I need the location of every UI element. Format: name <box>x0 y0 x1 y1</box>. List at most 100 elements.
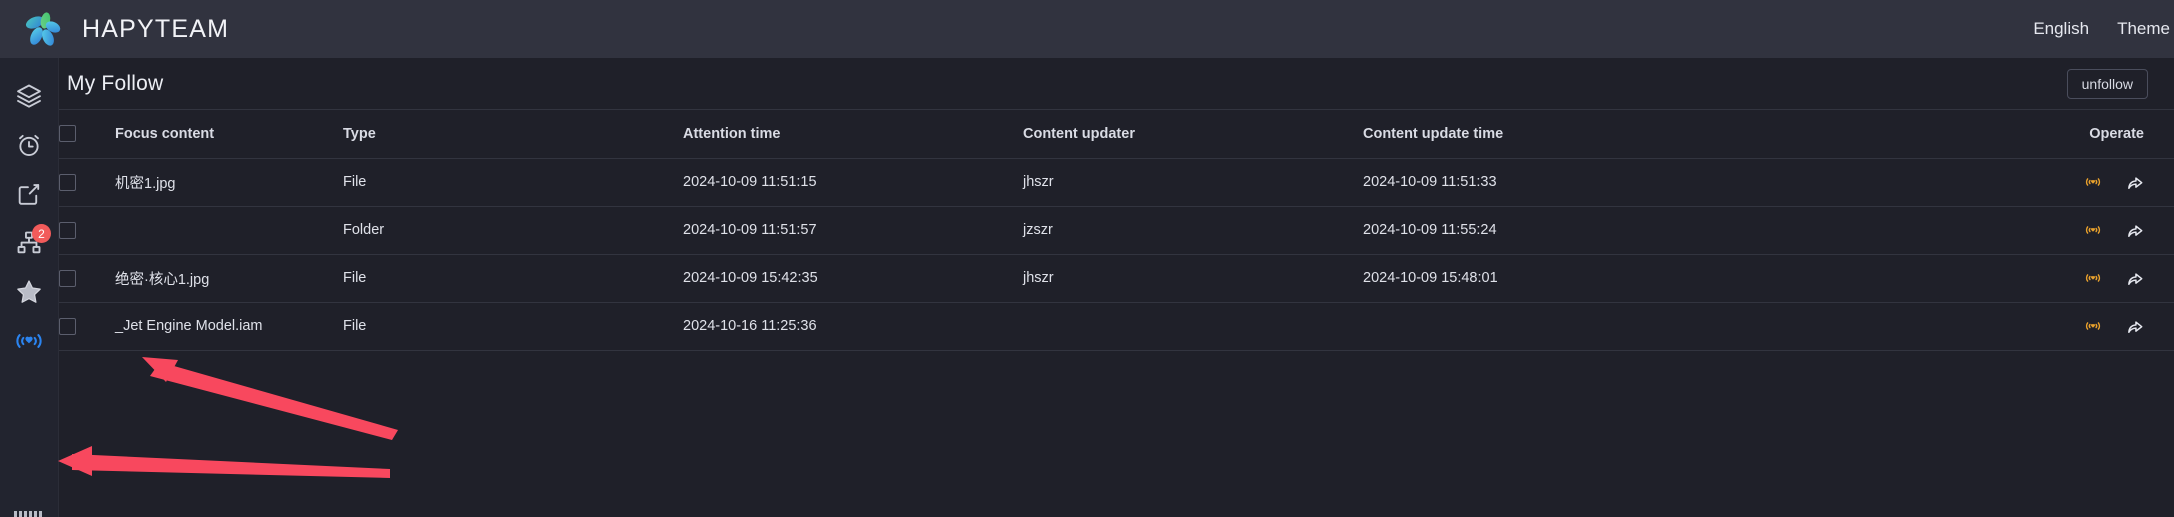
select-all-checkbox[interactable] <box>59 125 76 143</box>
cell-content-updater <box>1013 302 1353 351</box>
cell-attention-time: 2024-10-09 11:51:57 <box>673 206 1013 255</box>
cell-attention-time: 2024-10-16 11:25:36 <box>673 302 1013 351</box>
cell-focus-content: 机密1.jpg <box>105 158 333 207</box>
row-checkbox[interactable] <box>59 269 76 287</box>
content-update-time-value: 2024-10-09 11:51:33 <box>1363 174 1497 190</box>
content-updater-value <box>1013 318 1023 334</box>
cell-type: File <box>333 302 673 351</box>
sidebar-item-favorites[interactable] <box>0 270 58 318</box>
cell-content-update-time: 2024-10-09 11:55:24 <box>1353 206 1713 255</box>
broadcast-active-icon[interactable] <box>2083 316 2103 336</box>
th-content-update-time: Content update time <box>1353 110 1713 159</box>
cell-attention-time: 2024-10-09 11:51:15 <box>673 158 1013 207</box>
cell-content-updater: jhszr <box>1013 254 1353 303</box>
sidebar: 2 <box>0 58 58 517</box>
table-header: Focus content Type Attention time Conten… <box>59 110 2174 159</box>
row-select-cell <box>59 254 105 303</box>
table-header-row: Focus content Type Attention time Conten… <box>59 110 2174 159</box>
sidebar-item-share[interactable] <box>0 172 58 220</box>
page-title: My Follow <box>67 71 164 95</box>
content-update-time-value: 2024-10-09 15:48:01 <box>1363 270 1498 286</box>
workflow-badge: 2 <box>32 224 51 243</box>
focus-content-value <box>105 222 115 238</box>
brand: HAPYTEAM <box>0 8 229 50</box>
cell-attention-time: 2024-10-09 15:42:35 <box>673 254 1013 303</box>
focus-content-value: 绝密·核心1.jpg <box>115 271 210 288</box>
follow-table: Focus content Type Attention time Conten… <box>59 110 2174 351</box>
content-update-time-value: 2024-10-09 11:55:24 <box>1363 222 1497 238</box>
content-updater-value: jzszr <box>1023 222 1053 238</box>
content-updater-value: jhszr <box>1023 270 1054 286</box>
cell-content-updater: jzszr <box>1013 206 1353 255</box>
layers-icon <box>15 82 43 115</box>
share-arrow-icon[interactable] <box>2125 172 2146 193</box>
theme-switch[interactable]: Theme <box>2117 19 2170 39</box>
sidebar-item-layers[interactable] <box>0 74 58 122</box>
header-actions: English Theme <box>2033 19 2174 39</box>
page-header: My Follow unfollow <box>59 58 2174 110</box>
th-content-updater-label: Content updater <box>1023 125 1135 142</box>
row-checkbox[interactable] <box>59 173 76 191</box>
type-value: File <box>343 270 367 286</box>
attention-time-value: 2024-10-09 11:51:15 <box>683 174 817 190</box>
brand-name: HAPYTEAM <box>82 14 230 43</box>
table-row[interactable]: Folder 2024-10-09 11:51:57 jzszr 2024-10… <box>59 206 2174 255</box>
select-all-cell <box>59 110 105 159</box>
broadcast-icon <box>13 325 45 362</box>
cell-operate <box>1713 254 2174 303</box>
sidebar-item-workflow[interactable]: 2 <box>0 221 58 269</box>
sidebar-item-follow[interactable] <box>0 319 58 367</box>
focus-content-value: 机密1.jpg <box>115 175 176 192</box>
th-content-update-time-label: Content update time <box>1363 125 1504 142</box>
focus-content-value: _Jet Engine Model.iam <box>115 318 263 334</box>
cell-content-update-time <box>1353 302 1713 351</box>
row-checkbox[interactable] <box>59 221 76 239</box>
attention-time-value: 2024-10-09 15:42:35 <box>683 270 818 286</box>
th-focus-content: Focus content <box>105 110 333 159</box>
table-row[interactable]: 绝密·核心1.jpg File 2024-10-09 15:42:35 jhsz… <box>59 254 2174 303</box>
row-checkbox[interactable] <box>59 317 76 335</box>
table-row[interactable]: 机密1.jpg File 2024-10-09 11:51:15 jhszr 2… <box>59 158 2174 207</box>
unfollow-button[interactable]: unfollow <box>2066 68 2148 99</box>
cell-operate <box>1713 302 2174 351</box>
th-attention-time: Attention time <box>673 110 1013 159</box>
star-icon <box>14 277 44 312</box>
cell-focus-content: 绝密·核心1.jpg <box>105 254 333 303</box>
attention-time-value: 2024-10-09 11:51:57 <box>683 222 817 238</box>
cell-focus-content: _Jet Engine Model.iam <box>105 302 333 351</box>
cell-content-update-time: 2024-10-09 15:48:01 <box>1353 254 1713 303</box>
share-arrow-icon[interactable] <box>2125 268 2146 289</box>
sidebar-item-history[interactable] <box>0 123 58 171</box>
cell-operate <box>1713 158 2174 207</box>
broadcast-active-icon[interactable] <box>2083 172 2103 192</box>
cell-type: File <box>333 158 673 207</box>
language-switch[interactable]: English <box>2033 19 2089 39</box>
table-body: 机密1.jpg File 2024-10-09 11:51:15 jhszr 2… <box>59 158 2174 351</box>
cell-type: Folder <box>333 206 673 255</box>
cell-type: File <box>333 254 673 303</box>
broadcast-active-icon[interactable] <box>2083 220 2103 240</box>
th-focus-content-label: Focus content <box>115 125 215 142</box>
th-operate: Operate <box>1713 110 2174 159</box>
th-operate-label: Operate <box>2089 125 2144 142</box>
broadcast-active-icon[interactable] <box>2083 268 2103 288</box>
table-row[interactable]: _Jet Engine Model.iam File 2024-10-16 11… <box>59 302 2174 351</box>
app-header: HAPYTEAM English Theme <box>0 0 2174 58</box>
content-update-time-value <box>1353 318 1363 334</box>
type-value: File <box>343 174 367 190</box>
share-box-icon <box>15 180 43 213</box>
share-arrow-icon[interactable] <box>2125 220 2146 241</box>
type-value: File <box>343 318 367 334</box>
row-select-cell <box>59 302 105 351</box>
attention-time-value: 2024-10-16 11:25:36 <box>683 318 817 334</box>
cell-focus-content <box>105 206 333 255</box>
type-value: Folder <box>343 222 385 238</box>
main-content: My Follow unfollow Focus content Type At… <box>58 58 2174 517</box>
share-arrow-icon[interactable] <box>2125 316 2146 337</box>
content-updater-value: jhszr <box>1023 174 1054 190</box>
cell-content-updater: jhszr <box>1013 158 1353 207</box>
th-type: Type <box>333 110 673 159</box>
row-select-cell <box>59 158 105 207</box>
alarm-clock-icon <box>15 131 43 164</box>
th-attention-time-label: Attention time <box>683 125 781 142</box>
